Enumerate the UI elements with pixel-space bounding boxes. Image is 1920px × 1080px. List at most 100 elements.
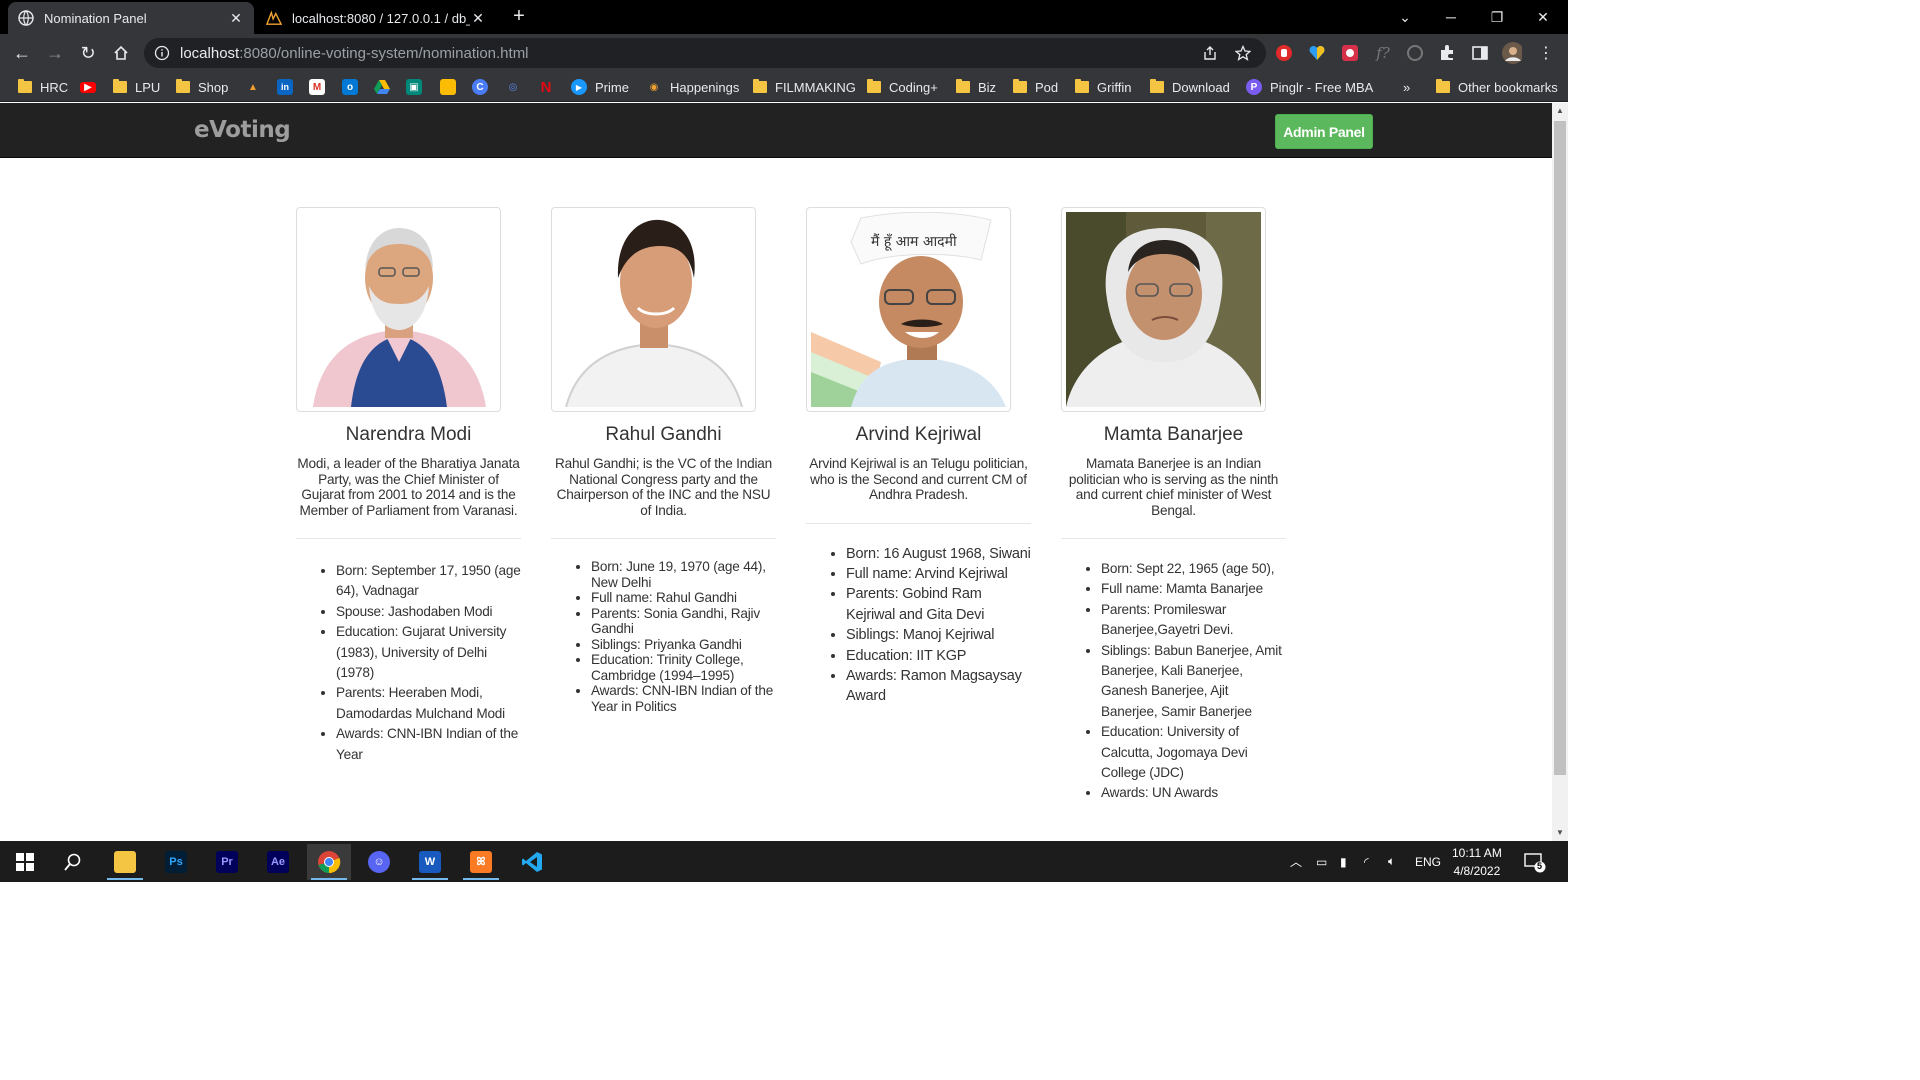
site-info-icon[interactable] bbox=[154, 45, 170, 61]
linkedin-icon: in bbox=[277, 79, 293, 95]
podcast-icon: ◎ bbox=[508, 81, 518, 93]
extension-puzzle-red-icon[interactable] bbox=[1340, 43, 1360, 63]
premiere-pro-icon[interactable]: Pr bbox=[205, 844, 249, 880]
bookmark-podcast[interactable]: ◎ bbox=[505, 78, 529, 96]
bookmark-keep[interactable] bbox=[440, 78, 464, 96]
list-item: Born: 16 August 1968, Siwani bbox=[846, 544, 1031, 564]
bookmark-pinglr[interactable]: P Pinglr - Free MBA bbox=[1246, 78, 1373, 96]
clock-date: 4/8/2022 bbox=[1453, 863, 1501, 878]
candidate-card: Rahul Gandhi Rahul Gandhi; is the VC of … bbox=[551, 207, 776, 714]
tab-search-icon[interactable]: ⌄ bbox=[1382, 0, 1428, 34]
bookmark-linkedin[interactable]: in bbox=[277, 78, 301, 96]
browser-tab-bar: Nomination Panel ✕ localhost:8080 / 127.… bbox=[0, 0, 1568, 34]
youtube-icon: ▶ bbox=[80, 81, 96, 93]
battery-icon[interactable]: ▮ bbox=[1340, 841, 1347, 882]
bookmark-gmail[interactable]: M bbox=[309, 78, 333, 96]
extension-heart-icon[interactable] bbox=[1307, 43, 1327, 63]
bookmark-griffin[interactable]: Griffin bbox=[1075, 78, 1131, 96]
show-hidden-icons-chevron-icon[interactable]: ︿ bbox=[1290, 841, 1302, 882]
tab-phpmyadmin[interactable]: localhost:8080 / 127.0.0.1 / db_ev ✕ bbox=[256, 2, 496, 34]
volume-icon[interactable]: 🔈︎ bbox=[1388, 841, 1395, 882]
folder-icon bbox=[1150, 79, 1164, 93]
list-item: Education: University of Calcutta, Jogom… bbox=[1101, 722, 1286, 783]
tab-nomination-panel[interactable]: Nomination Panel ✕ bbox=[8, 2, 254, 34]
bookmark-meet[interactable]: ▣ bbox=[406, 78, 430, 96]
bookmark-prime[interactable]: ▶ Prime bbox=[571, 78, 629, 96]
google-drive-icon bbox=[374, 79, 390, 95]
close-tab-icon[interactable]: ✕ bbox=[228, 10, 244, 26]
reload-icon[interactable]: ↻ bbox=[76, 41, 100, 65]
bookmark-drive[interactable] bbox=[374, 78, 398, 96]
restore-icon[interactable]: ❐ bbox=[1474, 0, 1520, 34]
bookmark-outlook[interactable]: o bbox=[342, 78, 366, 96]
bookmark-c[interactable]: C bbox=[472, 78, 496, 96]
bookmark-star-icon[interactable] bbox=[1229, 38, 1257, 68]
wifi-icon[interactable]: ◜ bbox=[1364, 841, 1369, 882]
site-navbar: eVoting Admin Panel bbox=[0, 103, 1552, 158]
bookmark-shop[interactable]: Shop bbox=[176, 78, 228, 96]
extension-circle-icon[interactable] bbox=[1405, 43, 1425, 63]
bookmark-happenings[interactable]: ◉ Happenings bbox=[646, 78, 740, 96]
bookmark-filmmaking[interactable]: FILMMAKING bbox=[753, 78, 856, 96]
scrollbar-thumb[interactable] bbox=[1554, 121, 1566, 775]
close-tab-icon[interactable]: ✕ bbox=[470, 10, 486, 26]
home-icon[interactable] bbox=[109, 41, 133, 65]
bookmark-netflix[interactable]: N bbox=[538, 78, 562, 96]
bookmark-download[interactable]: Download bbox=[1150, 78, 1230, 96]
extension-shield-icon[interactable] bbox=[1274, 43, 1294, 63]
bookmark-hrc[interactable]: HRC bbox=[18, 78, 68, 96]
browser-toolbar: ← → ↻ localhost:8080/online-voting-syste… bbox=[0, 34, 1568, 72]
back-arrow-icon[interactable]: ← bbox=[10, 41, 34, 65]
pyramid-icon: ▲ bbox=[248, 81, 258, 93]
share-icon[interactable] bbox=[1196, 38, 1224, 68]
candidate-facts-list: Born: Sept 22, 1965 (age 50), Full name:… bbox=[1061, 559, 1286, 804]
bookmark-other[interactable]: Other bookmarks bbox=[1436, 78, 1558, 96]
scroll-down-arrow-icon[interactable]: ▼ bbox=[1552, 825, 1568, 841]
word-icon[interactable]: W bbox=[408, 844, 452, 880]
photoshop-icon[interactable]: Ps bbox=[154, 844, 198, 880]
chrome-icon[interactable] bbox=[307, 844, 351, 880]
url-host: localhost bbox=[180, 44, 240, 62]
page-scrollbar[interactable]: ▲ ▼ bbox=[1552, 103, 1568, 841]
xampp-icon[interactable]: ꕤ bbox=[459, 844, 503, 880]
bookmark-biz[interactable]: Biz bbox=[956, 78, 996, 96]
vscode-icon[interactable] bbox=[510, 844, 554, 880]
extensions-puzzle-icon[interactable] bbox=[1437, 43, 1457, 63]
notification-center-icon[interactable]: 5 bbox=[1524, 841, 1546, 882]
new-tab-button[interactable]: + bbox=[508, 6, 530, 28]
scroll-up-arrow-icon[interactable]: ▲ bbox=[1552, 103, 1568, 119]
candidate-photo bbox=[1066, 212, 1261, 407]
file-explorer-icon[interactable] bbox=[103, 844, 147, 880]
brand-logo[interactable]: eVoting bbox=[194, 117, 291, 143]
bookmarks-bar: HRC ▶ LPU Shop ▲ in M o ▣ C ◎ N ▶ Prime ◉… bbox=[0, 72, 1568, 102]
bookmark-site-1[interactable]: ▲ bbox=[245, 78, 269, 96]
forward-arrow-icon[interactable]: → bbox=[43, 41, 67, 65]
bookmark-coding[interactable]: Coding+ bbox=[867, 78, 938, 96]
extension-fx-icon[interactable]: f? bbox=[1373, 43, 1393, 63]
windows-start-icon[interactable] bbox=[3, 844, 47, 880]
pinglr-icon: P bbox=[1246, 79, 1262, 95]
bookmark-pod[interactable]: Pod bbox=[1013, 78, 1058, 96]
address-bar[interactable]: localhost:8080/online-voting-system/nomi… bbox=[144, 38, 1266, 68]
meet-now-icon[interactable]: ▭ bbox=[1316, 841, 1327, 882]
side-panel-icon[interactable] bbox=[1470, 43, 1490, 63]
after-effects-icon[interactable]: Ae bbox=[256, 844, 300, 880]
profile-avatar[interactable] bbox=[1502, 42, 1522, 64]
list-item: Full name: Rahul Gandhi bbox=[591, 590, 776, 606]
candidate-photo bbox=[301, 212, 496, 407]
bookmark-lpu[interactable]: LPU bbox=[113, 78, 160, 96]
list-item: Siblings: Manoj Kejriwal bbox=[846, 625, 1031, 645]
close-window-icon[interactable]: ✕ bbox=[1520, 0, 1566, 34]
bookmark-youtube[interactable]: ▶ bbox=[80, 78, 104, 96]
kebab-menu-icon[interactable]: ⋮ bbox=[1536, 43, 1556, 63]
more-bookmarks-chevron-icon[interactable]: » bbox=[1403, 78, 1410, 96]
search-icon[interactable] bbox=[51, 844, 95, 880]
language-indicator[interactable]: ENG bbox=[1415, 841, 1441, 882]
list-item: Siblings: Babun Banerjee, Amit Banerjee,… bbox=[1101, 641, 1286, 723]
minimize-icon[interactable]: ─ bbox=[1428, 0, 1474, 34]
list-item: Education: IIT KGP bbox=[846, 646, 1031, 666]
bookmark-label: Coding+ bbox=[889, 79, 938, 95]
clock[interactable]: 10:11 AM 4/8/2022 bbox=[1452, 841, 1502, 882]
admin-panel-button[interactable]: Admin Panel bbox=[1275, 114, 1373, 149]
discord-icon[interactable]: ☺ bbox=[357, 844, 401, 880]
